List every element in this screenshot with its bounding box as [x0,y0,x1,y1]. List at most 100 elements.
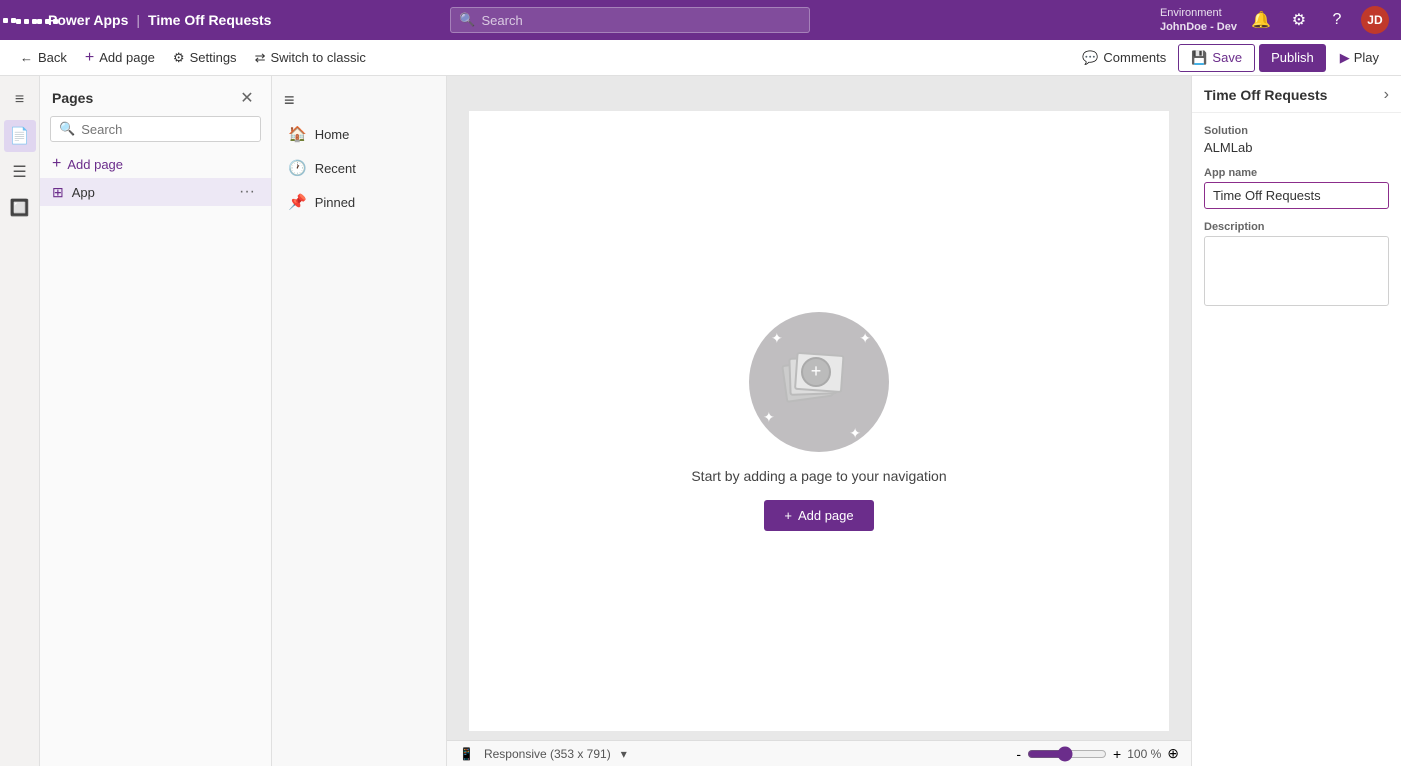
responsive-label: Responsive (353 x 791) [484,747,611,761]
pages-stack-icon: + [789,357,849,407]
zoom-slider[interactable] [1027,746,1107,762]
brand-app: Time Off Requests [148,12,271,28]
back-label: Back [38,50,67,65]
page-item-more-button[interactable]: ··· [235,183,259,201]
right-panel-title: Time Off Requests [1204,87,1327,103]
solution-label: Solution [1204,125,1389,137]
app-name-label: App name [1204,167,1389,179]
home-icon: 🏠 [288,125,307,143]
page-item-app[interactable]: ⊞ App ··· [40,178,271,206]
nav-pinned-label: Pinned [315,195,355,210]
switch-icon: ⇄ [255,50,266,66]
add-circle-icon: + [801,357,831,387]
right-panel-expand-button[interactable]: › [1384,86,1389,104]
waffle-menu-button[interactable] [12,6,40,34]
canvas-area: ✦ ✦ ✦ + ✦ Start by adding a page to your… [447,76,1191,766]
brand-separator: | [136,12,140,28]
notifications-button[interactable]: 🔔 [1247,6,1275,34]
pages-search-icon: 🔍 [59,121,75,137]
page-item-label: App [72,185,227,200]
back-icon: ← [20,50,33,65]
sparkle-tl: ✦ [771,330,783,347]
pages-list: ⊞ App ··· [40,178,271,766]
brand-power: Power Apps [48,12,128,28]
env-label: Environment [1160,6,1237,20]
app-name-input[interactable] [1204,182,1389,209]
sparkle-bl: ✦ [763,409,775,426]
description-label: Description [1204,221,1389,233]
right-panel-header: Time Off Requests › [1192,76,1401,113]
top-search-bar: 🔍 [450,7,810,33]
help-button[interactable]: ? [1323,6,1351,34]
solution-value: ALMLab [1204,140,1389,155]
publish-label: Publish [1271,50,1314,65]
sidebar-nav-button[interactable]: ≡ [4,84,36,116]
save-label: Save [1212,50,1242,65]
zoom-fit-button[interactable]: ⊕ [1167,745,1179,762]
top-bar-right: Environment JohnDoe - Dev 🔔 ⚙ ? JD [1160,6,1389,35]
nav-item-recent[interactable]: 🕐 Recent [272,151,446,185]
save-icon: 💾 [1191,50,1207,66]
sidebar-list-button[interactable]: ☰ [4,156,36,188]
pages-add-label: Add page [67,157,123,172]
avatar[interactable]: JD [1361,6,1389,34]
pages-search-bar: 🔍 [50,116,261,142]
right-panel: Time Off Requests › Solution ALMLab App … [1191,76,1401,766]
nav-item-home[interactable]: 🏠 Home [272,117,446,151]
settings-icon-button[interactable]: ⚙ [1285,6,1313,34]
canvas-content: ✦ ✦ ✦ + ✦ Start by adding a page to your… [469,111,1169,731]
settings-toolbar-button[interactable]: ⚙ Settings [165,44,245,72]
switch-classic-button[interactable]: ⇄ Switch to classic [247,44,374,72]
pages-search-input[interactable] [81,122,252,137]
switch-label: Switch to classic [270,50,365,65]
settings-label: Settings [190,50,237,65]
nav-preview-panel: ≡ 🏠 Home 🕐 Recent 📌 Pinned [272,76,447,766]
icon-sidebar: ≡ 📄 ☰ 🔲 [0,76,40,766]
zoom-out-button[interactable]: - [1016,746,1021,762]
nav-recent-label: Recent [315,161,356,176]
canvas-add-page-label: Add page [798,508,854,523]
environment-info: Environment JohnDoe - Dev [1160,6,1237,35]
comments-label: Comments [1103,50,1166,65]
search-input[interactable] [481,13,801,28]
search-icon: 🔍 [459,12,475,28]
responsive-dropdown-icon[interactable]: ▾ [621,747,627,761]
description-field: Description [1204,221,1389,309]
pages-panel: Pages ✕ 🔍 + Add page ⊞ App ··· [40,76,272,766]
add-page-label: Add page [99,50,155,65]
sidebar-pages-button[interactable]: 📄 [4,120,36,152]
pages-panel-title: Pages [52,90,93,106]
solution-field: Solution ALMLab [1204,125,1389,155]
pages-add-icon: + [52,155,61,173]
canvas-empty-message: Start by adding a page to your navigatio… [691,468,946,484]
pin-icon: 📌 [288,193,307,211]
add-page-toolbar-button[interactable]: + Add page [77,44,163,72]
play-icon: ▶ [1340,50,1350,66]
nav-home-label: Home [315,127,350,142]
pages-panel-close-button[interactable]: ✕ [235,86,259,110]
canvas-add-page-button[interactable]: + Add page [764,500,873,531]
save-button[interactable]: 💾 Save [1178,44,1255,72]
recent-icon: 🕐 [288,159,307,177]
toolbar: ← Back + Add page ⚙ Settings ⇄ Switch to… [0,40,1401,76]
top-bar: Power Apps | Time Off Requests 🔍 Environ… [0,0,1401,40]
brand-label: Power Apps | Time Off Requests [48,12,271,28]
sparkle-tr: ✦ [859,330,871,347]
zoom-control: - + 100 % ⊕ [1016,745,1179,762]
pages-add-page-button[interactable]: + Add page [40,150,271,178]
nav-item-pinned[interactable]: 📌 Pinned [272,185,446,219]
right-panel-body: Solution ALMLab App name Description [1192,113,1401,321]
nav-hamburger-icon[interactable]: ≡ [272,84,446,117]
env-user: JohnDoe - Dev [1160,20,1237,34]
play-button[interactable]: ▶ Play [1330,44,1389,72]
canvas-add-icon: + [784,508,792,523]
canvas-empty-illustration: ✦ ✦ ✦ + ✦ [749,312,889,452]
page-item-icon: ⊞ [52,184,64,201]
zoom-in-button[interactable]: + [1113,746,1121,762]
play-label: Play [1354,50,1379,65]
back-button[interactable]: ← Back [12,44,75,72]
publish-button[interactable]: Publish [1259,44,1326,72]
sidebar-data-button[interactable]: 🔲 [4,192,36,224]
comments-button[interactable]: 💬 Comments [1074,44,1174,72]
description-textarea[interactable] [1204,236,1389,306]
